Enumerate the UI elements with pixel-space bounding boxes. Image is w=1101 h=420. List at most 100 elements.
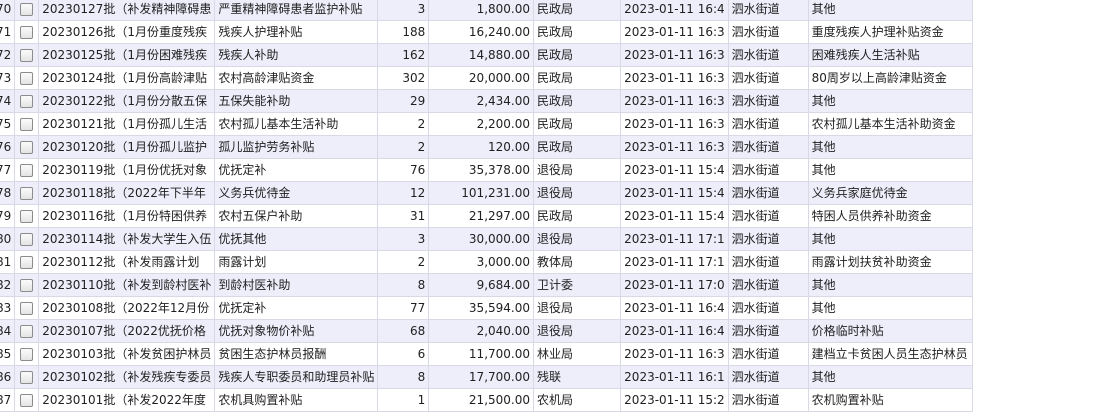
amount-cell: 11,700.00 bbox=[428, 342, 534, 366]
table-row[interactable]: 84 20230107批（2022优抚价格 优抚对象物价补贴 68 2,040.… bbox=[0, 319, 1093, 343]
row-checkbox[interactable] bbox=[20, 3, 34, 16]
row-checkbox-cell[interactable] bbox=[14, 296, 40, 320]
street-cell: 泗水街道 bbox=[727, 89, 809, 113]
street-cell: 泗水街道 bbox=[727, 158, 809, 182]
remark-cell: 其他 bbox=[807, 273, 973, 297]
table-row[interactable]: 87 20230101批（补发2022年度 农机具购置补贴 1 21,500.0… bbox=[0, 388, 1093, 412]
row-checkbox[interactable] bbox=[20, 279, 34, 292]
row-checkbox[interactable] bbox=[20, 348, 34, 361]
empty-filler bbox=[972, 20, 1093, 44]
date-cell: 2023-01-11 16:3 bbox=[620, 20, 729, 44]
row-checkbox-cell[interactable] bbox=[14, 204, 40, 228]
row-checkbox-cell[interactable] bbox=[14, 342, 40, 366]
row-checkbox-cell[interactable] bbox=[14, 20, 40, 44]
table-row[interactable]: 83 20230108批（2022年12月份 优抚定补 77 35,594.00… bbox=[0, 296, 1093, 320]
recipient-count-cell: 162 bbox=[377, 43, 430, 67]
amount-cell: 1,800.00 bbox=[428, 0, 534, 21]
row-checkbox-cell[interactable] bbox=[14, 158, 40, 182]
recipient-count-cell: 76 bbox=[377, 158, 430, 182]
empty-filler bbox=[972, 0, 1093, 21]
row-checkbox[interactable] bbox=[20, 187, 34, 200]
row-checkbox[interactable] bbox=[20, 210, 34, 223]
empty-filler bbox=[972, 342, 1093, 366]
row-checkbox[interactable] bbox=[20, 164, 34, 177]
amount-cell: 21,500.00 bbox=[428, 388, 534, 412]
row-checkbox[interactable] bbox=[20, 72, 34, 85]
table-row[interactable]: 78 20230118批（2022年下半年 义务兵优待金 12 101,231.… bbox=[0, 181, 1093, 205]
date-cell: 2023-01-11 17:1 bbox=[620, 250, 729, 274]
batch-name-cell: 20230107批（2022优抚价格 bbox=[38, 319, 216, 343]
street-cell: 泗水街道 bbox=[727, 319, 809, 343]
empty-filler bbox=[972, 365, 1093, 389]
table-row[interactable]: 73 20230124批（1月份高龄津贴 农村高龄津贴资金 302 20,000… bbox=[0, 66, 1093, 90]
row-checkbox[interactable] bbox=[20, 371, 34, 384]
empty-filler bbox=[972, 227, 1093, 251]
row-checkbox-cell[interactable] bbox=[14, 250, 40, 274]
row-checkbox-cell[interactable] bbox=[14, 43, 40, 67]
row-checkbox[interactable] bbox=[20, 26, 34, 39]
table-row[interactable]: 86 20230102批（补发残疾专委员 残疾人专职委员和助理员补贴 8 17,… bbox=[0, 365, 1093, 389]
subsidy-item-cell: 孤儿监护劳务补贴 bbox=[214, 135, 379, 159]
table-row[interactable]: 71 20230126批（1月份重度残疾 残疾人护理补贴 188 16,240.… bbox=[0, 20, 1093, 44]
row-number: 73 bbox=[0, 66, 16, 90]
row-number: 76 bbox=[0, 135, 16, 159]
row-checkbox-cell[interactable] bbox=[14, 319, 40, 343]
table-row[interactable]: 70 20230127批（补发精神障碍患 严重精神障碍患者监护补贴 3 1,80… bbox=[0, 0, 1093, 21]
date-cell: 2023-01-11 15:2 bbox=[620, 388, 729, 412]
date-cell: 2023-01-11 16:4 bbox=[620, 0, 729, 21]
row-checkbox-cell[interactable] bbox=[14, 273, 40, 297]
empty-filler bbox=[972, 43, 1093, 67]
recipient-count-cell: 12 bbox=[377, 181, 430, 205]
row-checkbox-cell[interactable] bbox=[14, 0, 40, 21]
row-checkbox[interactable] bbox=[20, 95, 34, 108]
department-cell: 民政局 bbox=[532, 66, 622, 90]
row-checkbox[interactable] bbox=[20, 302, 34, 315]
table-row[interactable]: 77 20230119批（1月份优抚对象 优抚定补 76 35,378.00 退… bbox=[0, 158, 1093, 182]
table-row[interactable]: 85 20230103批（补发贫困护林员 贫困生态护林员报酬 6 11,700.… bbox=[0, 342, 1093, 366]
row-checkbox-cell[interactable] bbox=[14, 135, 40, 159]
batch-name-cell: 20230118批（2022年下半年 bbox=[38, 181, 216, 205]
row-checkbox[interactable] bbox=[20, 49, 34, 62]
row-checkbox[interactable] bbox=[20, 325, 34, 338]
table-row[interactable]: 82 20230110批（补发到龄村医补 到龄村医补助 8 9,684.00 卫… bbox=[0, 273, 1093, 297]
table-row[interactable]: 74 20230122批（1月份分散五保 五保失能补助 29 2,434.00 … bbox=[0, 89, 1093, 113]
amount-cell: 120.00 bbox=[428, 135, 534, 159]
row-checkbox-cell[interactable] bbox=[14, 181, 40, 205]
row-checkbox-cell[interactable] bbox=[14, 66, 40, 90]
remark-cell: 农机购置补贴 bbox=[807, 388, 973, 412]
date-cell: 2023-01-11 16:3 bbox=[620, 135, 729, 159]
row-checkbox[interactable] bbox=[20, 394, 34, 407]
date-cell: 2023-01-11 16:3 bbox=[620, 112, 729, 136]
batch-name-cell: 20230102批（补发残疾专委员 bbox=[38, 365, 216, 389]
subsidy-item-cell: 农村高龄津贴资金 bbox=[214, 66, 379, 90]
table-row[interactable]: 72 20230125批（1月份困难残疾 残疾人补助 162 14,880.00… bbox=[0, 43, 1093, 67]
row-checkbox-cell[interactable] bbox=[14, 365, 40, 389]
row-checkbox-cell[interactable] bbox=[14, 388, 40, 412]
batch-name-cell: 20230108批（2022年12月份 bbox=[38, 296, 216, 320]
table-row[interactable]: 80 20230114批（补发大学生入伍 优抚其他 3 30,000.00 退役… bbox=[0, 227, 1093, 251]
department-cell: 残联 bbox=[532, 365, 622, 389]
batch-name-cell: 20230116批（1月份特困供养 bbox=[38, 204, 216, 228]
street-cell: 泗水街道 bbox=[727, 388, 809, 412]
row-number: 83 bbox=[0, 296, 16, 320]
row-checkbox[interactable] bbox=[20, 118, 34, 131]
date-cell: 2023-01-11 16:4 bbox=[620, 319, 729, 343]
row-checkbox-cell[interactable] bbox=[14, 89, 40, 113]
department-cell: 卫计委 bbox=[532, 273, 622, 297]
remark-cell: 其他 bbox=[807, 296, 973, 320]
table-row[interactable]: 79 20230116批（1月份特困供养 农村五保户补助 31 21,297.0… bbox=[0, 204, 1093, 228]
row-checkbox-cell[interactable] bbox=[14, 112, 40, 136]
recipient-count-cell: 68 bbox=[377, 319, 430, 343]
subsidy-table: 70 20230127批（补发精神障碍患 严重精神障碍患者监护补贴 3 1,80… bbox=[0, 0, 1093, 412]
row-checkbox[interactable] bbox=[20, 256, 34, 269]
recipient-count-cell: 29 bbox=[377, 89, 430, 113]
row-checkbox[interactable] bbox=[20, 233, 34, 246]
table-row[interactable]: 76 20230120批（1月份孤儿监护 孤儿监护劳务补贴 2 120.00 民… bbox=[0, 135, 1093, 159]
amount-cell: 17,700.00 bbox=[428, 365, 534, 389]
row-checkbox-cell[interactable] bbox=[14, 227, 40, 251]
street-cell: 泗水街道 bbox=[727, 135, 809, 159]
table-row[interactable]: 75 20230121批（1月份孤儿生活 农村孤儿基本生活补助 2 2,200.… bbox=[0, 112, 1093, 136]
batch-name-cell: 20230125批（1月份困难残疾 bbox=[38, 43, 216, 67]
table-row[interactable]: 81 20230112批（补发雨露计划 雨露计划 2 3,000.00 教体局 … bbox=[0, 250, 1093, 274]
row-checkbox[interactable] bbox=[20, 141, 34, 154]
